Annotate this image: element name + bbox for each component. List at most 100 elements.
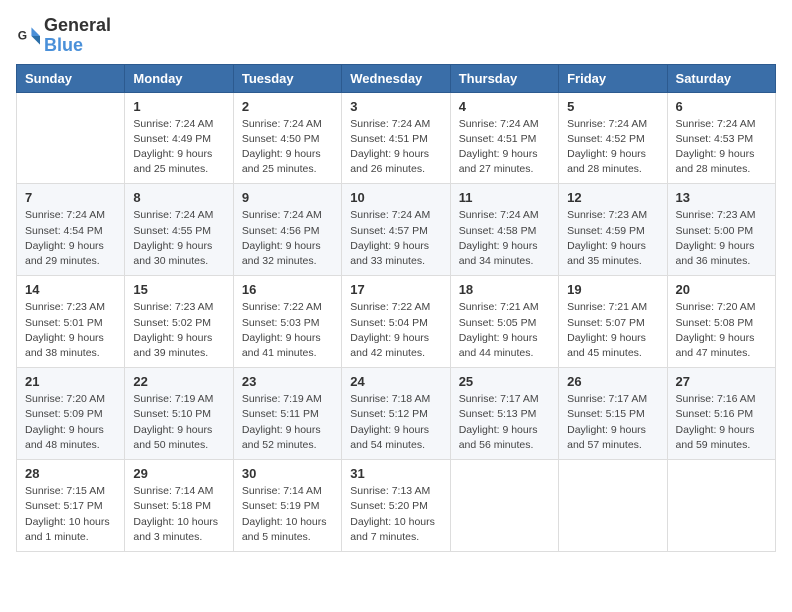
logo: G GeneralBlue (16, 16, 111, 56)
day-info: Sunrise: 7:24 AMSunset: 4:57 PMDaylight:… (350, 208, 441, 269)
day-number: 16 (242, 282, 333, 297)
day-number: 9 (242, 190, 333, 205)
header-friday: Friday (559, 64, 667, 92)
day-cell-4-4 (450, 460, 558, 552)
day-number: 8 (133, 190, 224, 205)
day-number: 2 (242, 99, 333, 114)
header-saturday: Saturday (667, 64, 775, 92)
day-cell-0-0 (17, 92, 125, 184)
day-info: Sunrise: 7:24 AMSunset: 4:53 PMDaylight:… (676, 117, 767, 178)
day-cell-3-1: 22 Sunrise: 7:19 AMSunset: 5:10 PMDaylig… (125, 368, 233, 460)
day-info: Sunrise: 7:24 AMSunset: 4:56 PMDaylight:… (242, 208, 333, 269)
day-info: Sunrise: 7:21 AMSunset: 5:05 PMDaylight:… (459, 300, 550, 361)
day-number: 31 (350, 466, 441, 481)
day-cell-1-0: 7 Sunrise: 7:24 AMSunset: 4:54 PMDayligh… (17, 184, 125, 276)
day-cell-2-1: 15 Sunrise: 7:23 AMSunset: 5:02 PMDaylig… (125, 276, 233, 368)
calendar-table: Sunday Monday Tuesday Wednesday Thursday… (16, 64, 776, 552)
day-info: Sunrise: 7:16 AMSunset: 5:16 PMDaylight:… (676, 392, 767, 453)
day-info: Sunrise: 7:19 AMSunset: 5:10 PMDaylight:… (133, 392, 224, 453)
week-row-2: 14 Sunrise: 7:23 AMSunset: 5:01 PMDaylig… (17, 276, 776, 368)
day-number: 17 (350, 282, 441, 297)
day-cell-4-6 (667, 460, 775, 552)
day-cell-3-6: 27 Sunrise: 7:16 AMSunset: 5:16 PMDaylig… (667, 368, 775, 460)
day-number: 26 (567, 374, 658, 389)
day-cell-0-1: 1 Sunrise: 7:24 AMSunset: 4:49 PMDayligh… (125, 92, 233, 184)
day-number: 29 (133, 466, 224, 481)
day-cell-1-6: 13 Sunrise: 7:23 AMSunset: 5:00 PMDaylig… (667, 184, 775, 276)
day-info: Sunrise: 7:23 AMSunset: 5:02 PMDaylight:… (133, 300, 224, 361)
svg-text:G: G (18, 28, 27, 42)
day-number: 24 (350, 374, 441, 389)
day-number: 11 (459, 190, 550, 205)
day-info: Sunrise: 7:20 AMSunset: 5:09 PMDaylight:… (25, 392, 116, 453)
day-number: 13 (676, 190, 767, 205)
day-cell-2-5: 19 Sunrise: 7:21 AMSunset: 5:07 PMDaylig… (559, 276, 667, 368)
day-info: Sunrise: 7:23 AMSunset: 5:01 PMDaylight:… (25, 300, 116, 361)
day-cell-0-4: 4 Sunrise: 7:24 AMSunset: 4:51 PMDayligh… (450, 92, 558, 184)
day-info: Sunrise: 7:24 AMSunset: 4:50 PMDaylight:… (242, 117, 333, 178)
day-number: 12 (567, 190, 658, 205)
day-info: Sunrise: 7:15 AMSunset: 5:17 PMDaylight:… (25, 484, 116, 545)
day-info: Sunrise: 7:14 AMSunset: 5:19 PMDaylight:… (242, 484, 333, 545)
day-cell-1-2: 9 Sunrise: 7:24 AMSunset: 4:56 PMDayligh… (233, 184, 341, 276)
day-info: Sunrise: 7:24 AMSunset: 4:49 PMDaylight:… (133, 117, 224, 178)
day-cell-3-5: 26 Sunrise: 7:17 AMSunset: 5:15 PMDaylig… (559, 368, 667, 460)
day-info: Sunrise: 7:24 AMSunset: 4:58 PMDaylight:… (459, 208, 550, 269)
day-number: 4 (459, 99, 550, 114)
day-cell-1-4: 11 Sunrise: 7:24 AMSunset: 4:58 PMDaylig… (450, 184, 558, 276)
header-wednesday: Wednesday (342, 64, 450, 92)
day-info: Sunrise: 7:19 AMSunset: 5:11 PMDaylight:… (242, 392, 333, 453)
day-number: 27 (676, 374, 767, 389)
day-info: Sunrise: 7:21 AMSunset: 5:07 PMDaylight:… (567, 300, 658, 361)
day-info: Sunrise: 7:24 AMSunset: 4:54 PMDaylight:… (25, 208, 116, 269)
day-info: Sunrise: 7:24 AMSunset: 4:52 PMDaylight:… (567, 117, 658, 178)
day-info: Sunrise: 7:24 AMSunset: 4:55 PMDaylight:… (133, 208, 224, 269)
day-info: Sunrise: 7:23 AMSunset: 4:59 PMDaylight:… (567, 208, 658, 269)
day-info: Sunrise: 7:24 AMSunset: 4:51 PMDaylight:… (350, 117, 441, 178)
logo-text: GeneralBlue (44, 16, 111, 56)
day-cell-3-2: 23 Sunrise: 7:19 AMSunset: 5:11 PMDaylig… (233, 368, 341, 460)
day-cell-1-5: 12 Sunrise: 7:23 AMSunset: 4:59 PMDaylig… (559, 184, 667, 276)
day-number: 6 (676, 99, 767, 114)
day-number: 3 (350, 99, 441, 114)
day-number: 28 (25, 466, 116, 481)
day-info: Sunrise: 7:20 AMSunset: 5:08 PMDaylight:… (676, 300, 767, 361)
day-number: 19 (567, 282, 658, 297)
header-thursday: Thursday (450, 64, 558, 92)
day-info: Sunrise: 7:22 AMSunset: 5:04 PMDaylight:… (350, 300, 441, 361)
header-tuesday: Tuesday (233, 64, 341, 92)
day-info: Sunrise: 7:17 AMSunset: 5:13 PMDaylight:… (459, 392, 550, 453)
day-cell-4-0: 28 Sunrise: 7:15 AMSunset: 5:17 PMDaylig… (17, 460, 125, 552)
day-cell-1-3: 10 Sunrise: 7:24 AMSunset: 4:57 PMDaylig… (342, 184, 450, 276)
day-info: Sunrise: 7:18 AMSunset: 5:12 PMDaylight:… (350, 392, 441, 453)
day-number: 30 (242, 466, 333, 481)
day-number: 25 (459, 374, 550, 389)
day-number: 5 (567, 99, 658, 114)
day-cell-4-3: 31 Sunrise: 7:13 AMSunset: 5:20 PMDaylig… (342, 460, 450, 552)
day-number: 20 (676, 282, 767, 297)
header-sunday: Sunday (17, 64, 125, 92)
day-cell-3-4: 25 Sunrise: 7:17 AMSunset: 5:13 PMDaylig… (450, 368, 558, 460)
day-cell-2-3: 17 Sunrise: 7:22 AMSunset: 5:04 PMDaylig… (342, 276, 450, 368)
day-cell-0-6: 6 Sunrise: 7:24 AMSunset: 4:53 PMDayligh… (667, 92, 775, 184)
logo-icon: G (16, 24, 40, 48)
day-info: Sunrise: 7:17 AMSunset: 5:15 PMDaylight:… (567, 392, 658, 453)
day-cell-0-2: 2 Sunrise: 7:24 AMSunset: 4:50 PMDayligh… (233, 92, 341, 184)
day-cell-0-3: 3 Sunrise: 7:24 AMSunset: 4:51 PMDayligh… (342, 92, 450, 184)
week-row-1: 7 Sunrise: 7:24 AMSunset: 4:54 PMDayligh… (17, 184, 776, 276)
week-row-0: 1 Sunrise: 7:24 AMSunset: 4:49 PMDayligh… (17, 92, 776, 184)
day-cell-2-0: 14 Sunrise: 7:23 AMSunset: 5:01 PMDaylig… (17, 276, 125, 368)
day-number: 14 (25, 282, 116, 297)
day-cell-3-3: 24 Sunrise: 7:18 AMSunset: 5:12 PMDaylig… (342, 368, 450, 460)
day-number: 15 (133, 282, 224, 297)
day-cell-2-2: 16 Sunrise: 7:22 AMSunset: 5:03 PMDaylig… (233, 276, 341, 368)
day-number: 10 (350, 190, 441, 205)
day-info: Sunrise: 7:23 AMSunset: 5:00 PMDaylight:… (676, 208, 767, 269)
day-cell-3-0: 21 Sunrise: 7:20 AMSunset: 5:09 PMDaylig… (17, 368, 125, 460)
day-number: 7 (25, 190, 116, 205)
day-number: 21 (25, 374, 116, 389)
day-info: Sunrise: 7:14 AMSunset: 5:18 PMDaylight:… (133, 484, 224, 545)
day-info: Sunrise: 7:13 AMSunset: 5:20 PMDaylight:… (350, 484, 441, 545)
day-cell-2-6: 20 Sunrise: 7:20 AMSunset: 5:08 PMDaylig… (667, 276, 775, 368)
day-number: 23 (242, 374, 333, 389)
